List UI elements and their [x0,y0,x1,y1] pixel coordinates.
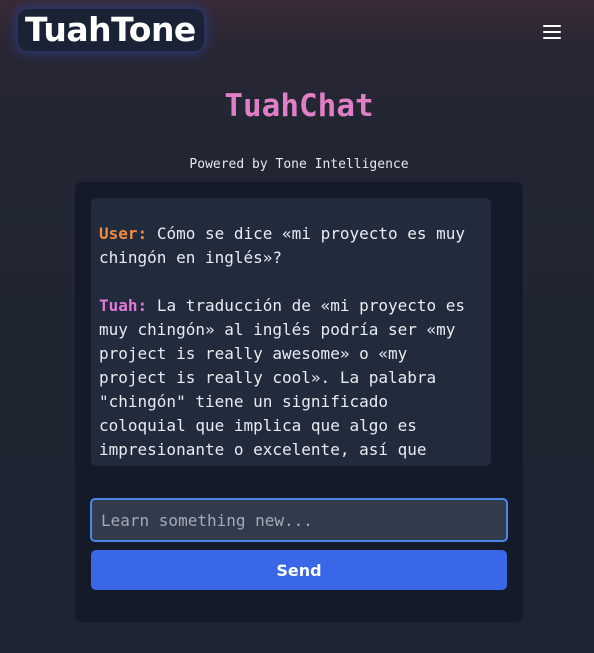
menu-line [543,37,561,39]
top-navigation-bar: TuahTone [0,0,594,64]
chat-message-assistant: Tuah: La traducción de «mi proyecto es m… [99,294,484,466]
page-subtitle: Powered by Tone Intelligence [189,157,409,172]
chat-log[interactable]: User: Cómo se dice «mi proyecto es muy c… [91,198,491,466]
chat-message-user: User: Cómo se dice «mi proyecto es muy c… [99,222,484,270]
send-button[interactable]: Send [91,550,507,590]
hamburger-menu-icon[interactable] [541,22,563,40]
menu-line [543,31,561,33]
message-input[interactable] [90,498,508,542]
page-title: TuahChat [224,88,374,124]
assistant-speaker-label: Tuah: [99,296,148,315]
menu-line [543,25,561,27]
user-message-text: Cómo se dice «mi proyecto es muy chingón… [99,224,466,267]
tuahtone-logo[interactable]: TuahTone [18,9,204,51]
user-speaker-label: User: [99,224,148,243]
chat-card: User: Cómo se dice «mi proyecto es muy c… [75,182,523,622]
assistant-message-text: La traducción de «mi proyecto es muy chi… [99,296,466,466]
